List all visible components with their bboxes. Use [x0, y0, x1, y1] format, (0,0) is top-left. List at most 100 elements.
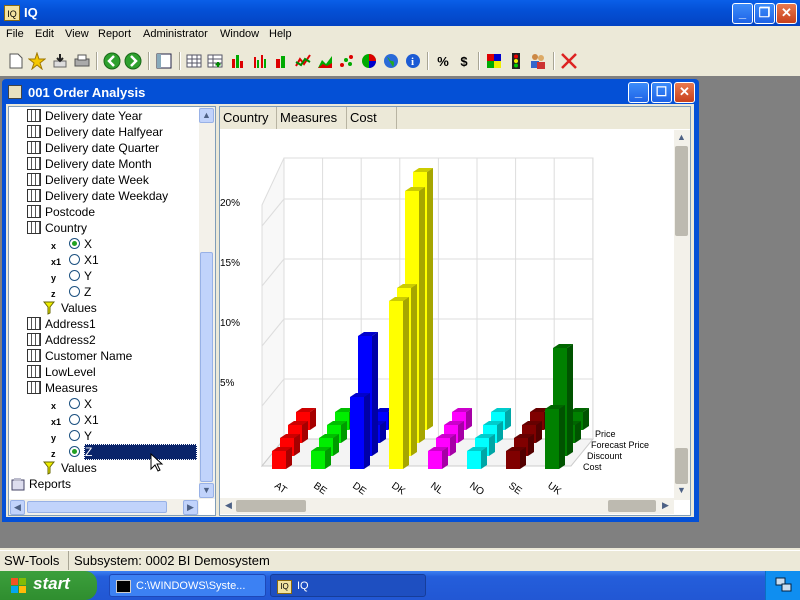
tree-node-delivery-date-quarter[interactable]: Delivery date Quarter	[9, 140, 199, 156]
bar-chart-icon[interactable]	[228, 51, 248, 71]
axis-radio[interactable]	[69, 446, 80, 457]
back-icon[interactable]	[102, 51, 122, 71]
traffic-light-icon[interactable]	[506, 51, 526, 71]
restore-button[interactable]: ❐	[754, 3, 775, 24]
tree-node-reports[interactable]: Reports	[9, 476, 199, 492]
tree-node-address2[interactable]: Address2	[9, 332, 199, 348]
child-maximize-button[interactable]: ☐	[651, 82, 672, 103]
tree-node-x[interactable]: xX	[9, 236, 199, 252]
bar-se-cost	[506, 447, 526, 469]
chart-vertical-scrollbar[interactable]: ▲ ▼	[674, 130, 690, 500]
bar-chart-icon-3[interactable]	[272, 51, 292, 71]
scroll-left-arrow[interactable]: ◀	[10, 500, 25, 515]
chart-scroll-left[interactable]: ◀	[221, 499, 236, 514]
chart-hscroll-thumb[interactable]	[236, 500, 306, 512]
header-country[interactable]: Country	[220, 107, 277, 129]
hscroll-thumb[interactable]	[27, 501, 167, 513]
new-icon[interactable]	[6, 51, 26, 71]
dimension-icon	[27, 317, 41, 330]
tree-node-x[interactable]: xX	[9, 396, 199, 412]
chart-hscroll-thumb-right[interactable]	[608, 500, 656, 512]
tree-node-values[interactable]: Values	[9, 300, 199, 316]
currency-icon[interactable]: $	[454, 51, 474, 71]
tree-node-z[interactable]: zZ	[9, 444, 199, 460]
axis-radio[interactable]	[69, 238, 80, 249]
chart-vscroll-thumb-lower[interactable]	[675, 448, 688, 484]
close-button[interactable]: ✕	[776, 3, 797, 24]
info-icon[interactable]: i	[403, 51, 423, 71]
table-add-icon[interactable]	[205, 51, 225, 71]
menu-report[interactable]: Report	[98, 28, 131, 40]
tree-node-lowlevel[interactable]: LowLevel	[9, 364, 199, 380]
child-minimize-button[interactable]: _	[628, 82, 649, 103]
scroll-thumb[interactable]	[200, 252, 213, 482]
colors-icon[interactable]	[484, 51, 504, 71]
tree-node-label: Delivery date Weekday	[45, 189, 169, 203]
axis-radio[interactable]	[69, 254, 80, 265]
chart-horizontal-scrollbar[interactable]: ◀ ▶	[220, 498, 674, 514]
tree-node-delivery-date-year[interactable]: Delivery date Year	[9, 108, 199, 124]
area-chart-icon[interactable]	[315, 51, 335, 71]
chart-scroll-down[interactable]: ▼	[674, 484, 689, 499]
tree-node-y[interactable]: yY	[9, 428, 199, 444]
axis-radio[interactable]	[69, 398, 80, 409]
percent-icon[interactable]: %	[433, 51, 453, 71]
header-measures[interactable]: Measures	[277, 107, 347, 129]
download-icon[interactable]	[50, 51, 70, 71]
axis-radio[interactable]	[69, 430, 80, 441]
globe-icon[interactable]	[381, 51, 401, 71]
table-icon[interactable]	[184, 51, 204, 71]
scroll-down-arrow[interactable]: ▼	[199, 483, 214, 498]
forward-icon[interactable]	[123, 51, 143, 71]
users-icon[interactable]	[528, 51, 548, 71]
tree-node-z[interactable]: zZ	[9, 284, 199, 300]
tree-node-delivery-date-week[interactable]: Delivery date Week	[9, 172, 199, 188]
print-icon[interactable]	[72, 51, 92, 71]
delete-icon[interactable]	[559, 51, 579, 71]
tree-node-values[interactable]: Values	[9, 460, 199, 476]
axis-radio[interactable]	[69, 414, 80, 425]
tree-node-delivery-date-month[interactable]: Delivery date Month	[9, 156, 199, 172]
tree-node-x1[interactable]: x1 X1	[9, 412, 199, 428]
chart-vscroll-thumb[interactable]	[675, 146, 688, 236]
tree-node-y[interactable]: yY	[9, 268, 199, 284]
bar-chart-icon-2[interactable]	[250, 51, 270, 71]
tree-vertical-scrollbar[interactable]: ▲ ▼	[199, 107, 215, 499]
tree-node-customer-name[interactable]: Customer Name	[9, 348, 199, 364]
start-button[interactable]: start	[0, 571, 97, 600]
network-icon[interactable]	[775, 577, 793, 593]
menu-help[interactable]: Help	[269, 28, 292, 40]
tree-node-label: Measures	[45, 381, 98, 395]
chart-scroll-up[interactable]: ▲	[674, 131, 689, 146]
header-cost[interactable]: Cost	[347, 107, 397, 129]
task-iq[interactable]: IQ IQ	[270, 574, 426, 597]
tree-node-delivery-date-halfyear[interactable]: Delivery date Halfyear	[9, 124, 199, 140]
chart-scroll-right[interactable]: ▶	[658, 499, 673, 514]
tree-horizontal-scrollbar[interactable]: ◀ ▶	[9, 499, 199, 515]
scatter-icon[interactable]	[337, 51, 357, 71]
tree-node-country[interactable]: Country	[9, 220, 199, 236]
tree-node-measures[interactable]: Measures	[9, 380, 199, 396]
scroll-up-arrow[interactable]: ▲	[199, 108, 214, 123]
child-close-button[interactable]: ✕	[674, 82, 695, 103]
layout-icon[interactable]	[154, 51, 174, 71]
menu-view[interactable]: View	[65, 28, 89, 40]
axis-radio[interactable]	[69, 270, 80, 281]
tree-node-postcode[interactable]: Postcode	[9, 204, 199, 220]
favorite-icon[interactable]	[27, 51, 47, 71]
menu-window[interactable]: Window	[220, 28, 259, 40]
task-cmd[interactable]: C:\WINDOWS\Syste...	[109, 574, 266, 597]
tree-node-address1[interactable]: Address1	[9, 316, 199, 332]
tree-node-delivery-date-weekday[interactable]: Delivery date Weekday	[9, 188, 199, 204]
menu-file[interactable]: File	[6, 28, 24, 40]
line-chart-icon[interactable]	[293, 51, 313, 71]
menu-edit[interactable]: Edit	[35, 28, 54, 40]
window-icon	[8, 85, 22, 99]
pie-chart-icon[interactable]	[359, 51, 379, 71]
tree-node-x1[interactable]: x1 X1	[9, 252, 199, 268]
minimize-button[interactable]: _	[732, 3, 753, 24]
dimension-tree: Delivery date Year Delivery date Halfyear…	[8, 106, 216, 516]
scroll-right-arrow[interactable]: ▶	[183, 500, 198, 515]
axis-radio[interactable]	[69, 286, 80, 297]
menu-administrator[interactable]: Administrator	[143, 28, 208, 40]
